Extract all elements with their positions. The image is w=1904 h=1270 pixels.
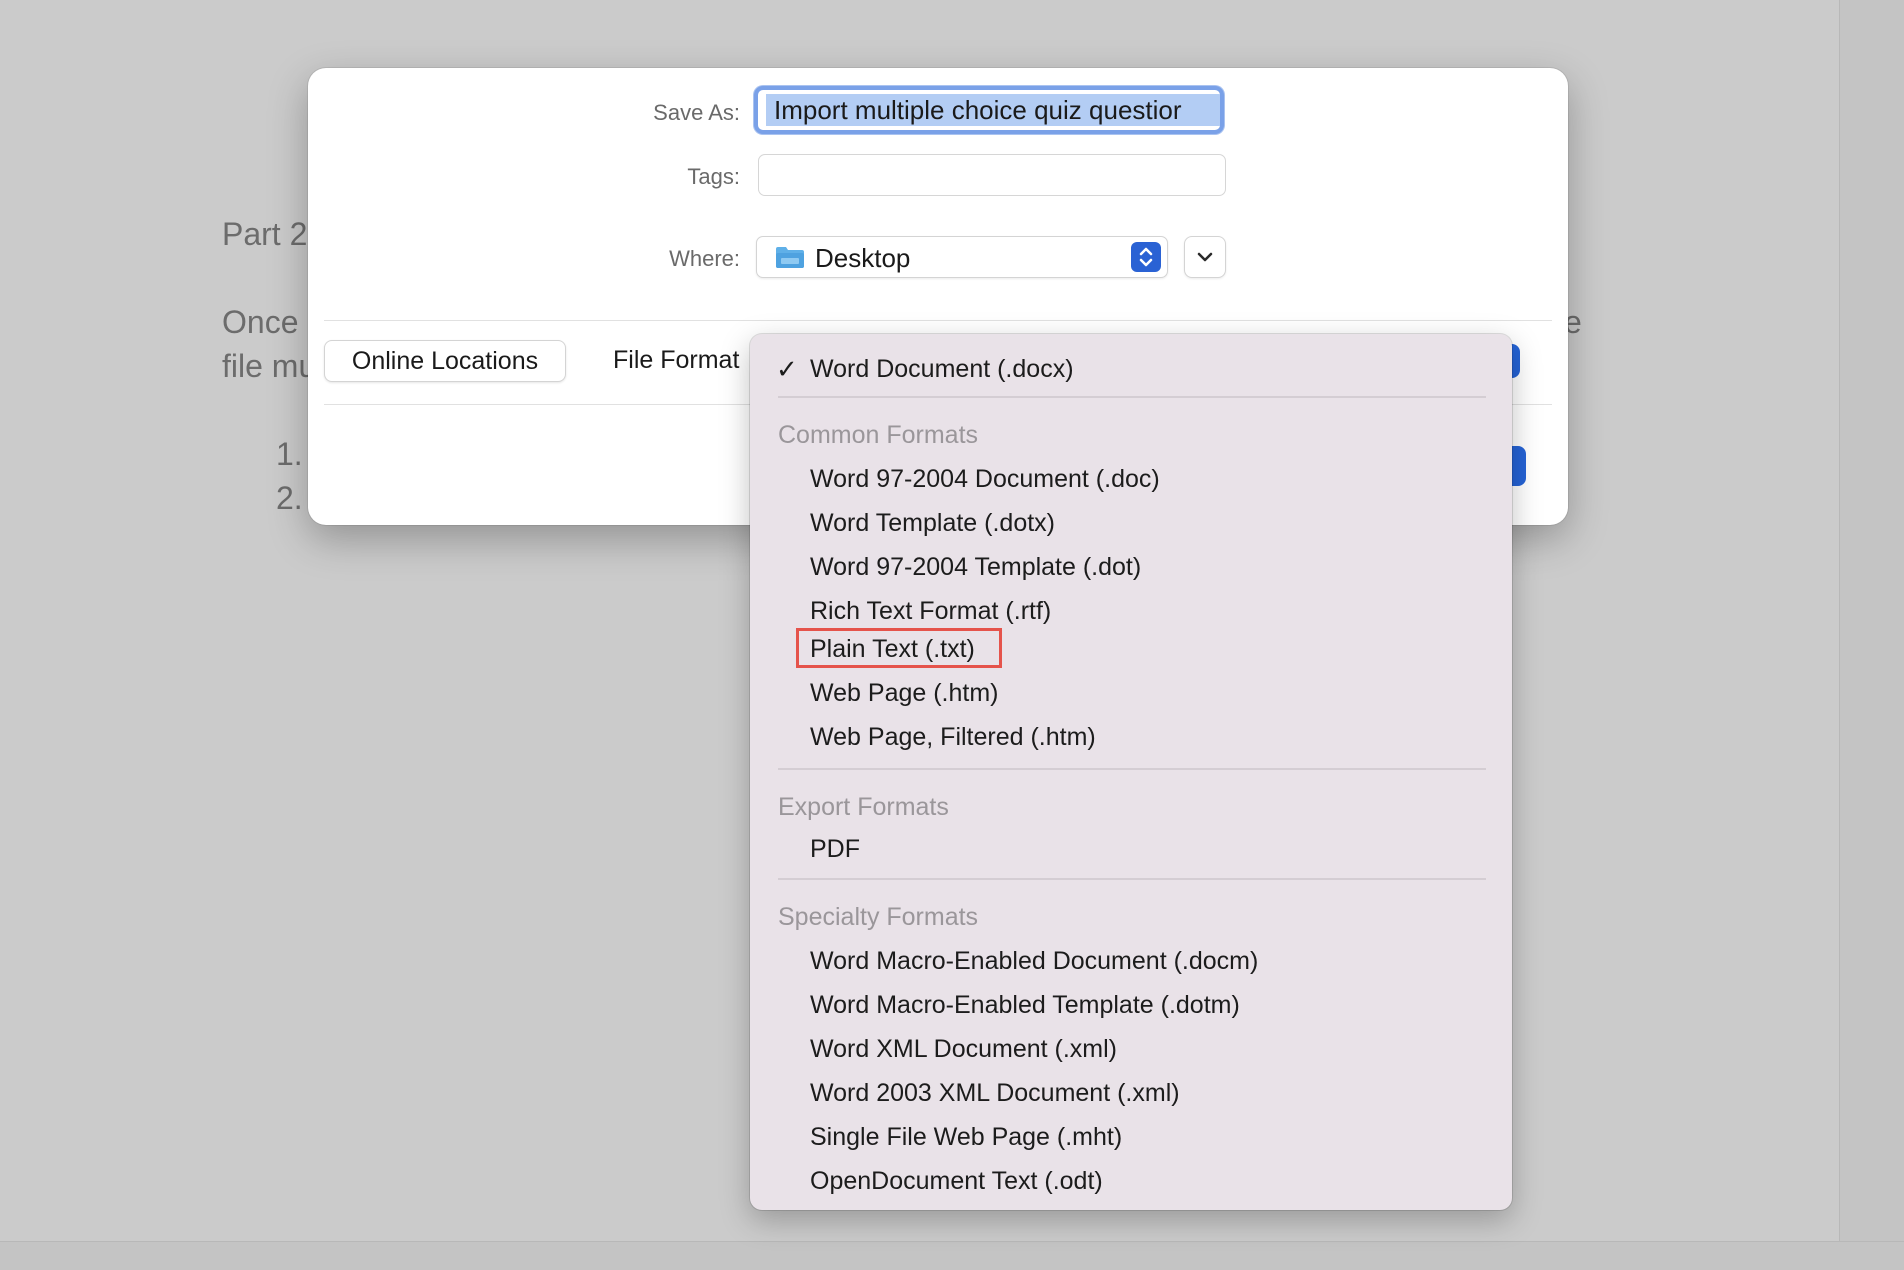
doc-line-2-start: file mu: [222, 348, 317, 384]
chevron-updown-icon: [1131, 242, 1161, 272]
where-label: Where:: [669, 246, 740, 271]
menu-item-rtf[interactable]: Rich Text Format (.rtf): [810, 596, 1051, 626]
menu-item-htm-filtered[interactable]: Web Page, Filtered (.htm): [810, 722, 1096, 752]
tags-input[interactable]: [758, 154, 1226, 196]
menu-item-dotm[interactable]: Word Macro-Enabled Template (.dotm): [810, 990, 1240, 1020]
save-as-input[interactable]: Import multiple choice quiz questior: [754, 86, 1224, 134]
file-format-label: File Format: [613, 346, 740, 374]
menu-header-specialty: Specialty Formats: [778, 903, 979, 931]
file-format-menu: ✓ Word Document (.docx) Common Formats W…: [750, 334, 1512, 1210]
doc-list-item-2: 2.: [276, 480, 303, 516]
doc-list-item-1: 1.: [276, 436, 303, 472]
menu-header-export: Export Formats: [778, 793, 949, 821]
menu-item-doc[interactable]: Word 97-2004 Document (.doc): [810, 464, 1160, 494]
menu-item-pdf[interactable]: PDF: [810, 834, 860, 864]
where-popup-button[interactable]: Desktop: [756, 236, 1168, 278]
menu-separator: [778, 878, 1486, 880]
menu-item-mht[interactable]: Single File Web Page (.mht): [810, 1122, 1122, 1152]
dialog-divider-top: [324, 320, 1552, 321]
doc-heading: Part 2: [222, 216, 308, 252]
online-locations-button[interactable]: Online Locations: [324, 340, 566, 382]
menu-header-common: Common Formats: [778, 421, 979, 449]
menu-item-xml[interactable]: Word XML Document (.xml): [810, 1034, 1117, 1064]
tags-label: Tags:: [687, 164, 740, 189]
menu-separator: [778, 396, 1486, 398]
save-as-value: Import multiple choice quiz questior: [774, 95, 1182, 125]
doc-line-1-start: Once: [222, 304, 299, 340]
expand-dialog-button[interactable]: [1184, 236, 1226, 278]
menu-item-dotx[interactable]: Word Template (.dotx): [810, 508, 1055, 538]
menu-item-dot[interactable]: Word 97-2004 Template (.dot): [810, 552, 1141, 582]
chevron-down-icon: [1197, 252, 1213, 262]
menu-item-htm[interactable]: Web Page (.htm): [810, 678, 999, 708]
menu-item-odt[interactable]: OpenDocument Text (.odt): [810, 1166, 1103, 1196]
checkmark-icon: ✓: [776, 354, 798, 384]
where-value: Desktop: [815, 243, 911, 273]
document-scroll-area: [1839, 0, 1904, 1242]
highlight-box: [796, 628, 1002, 668]
menu-item-xml-2003[interactable]: Word 2003 XML Document (.xml): [810, 1078, 1180, 1108]
status-bar: [0, 1241, 1904, 1270]
menu-separator: [778, 768, 1486, 770]
save-as-label: Save As:: [653, 100, 740, 125]
menu-item-selected[interactable]: Word Document (.docx): [810, 354, 1074, 384]
folder-icon: [776, 247, 804, 268]
menu-item-docm[interactable]: Word Macro-Enabled Document (.docm): [810, 946, 1258, 976]
